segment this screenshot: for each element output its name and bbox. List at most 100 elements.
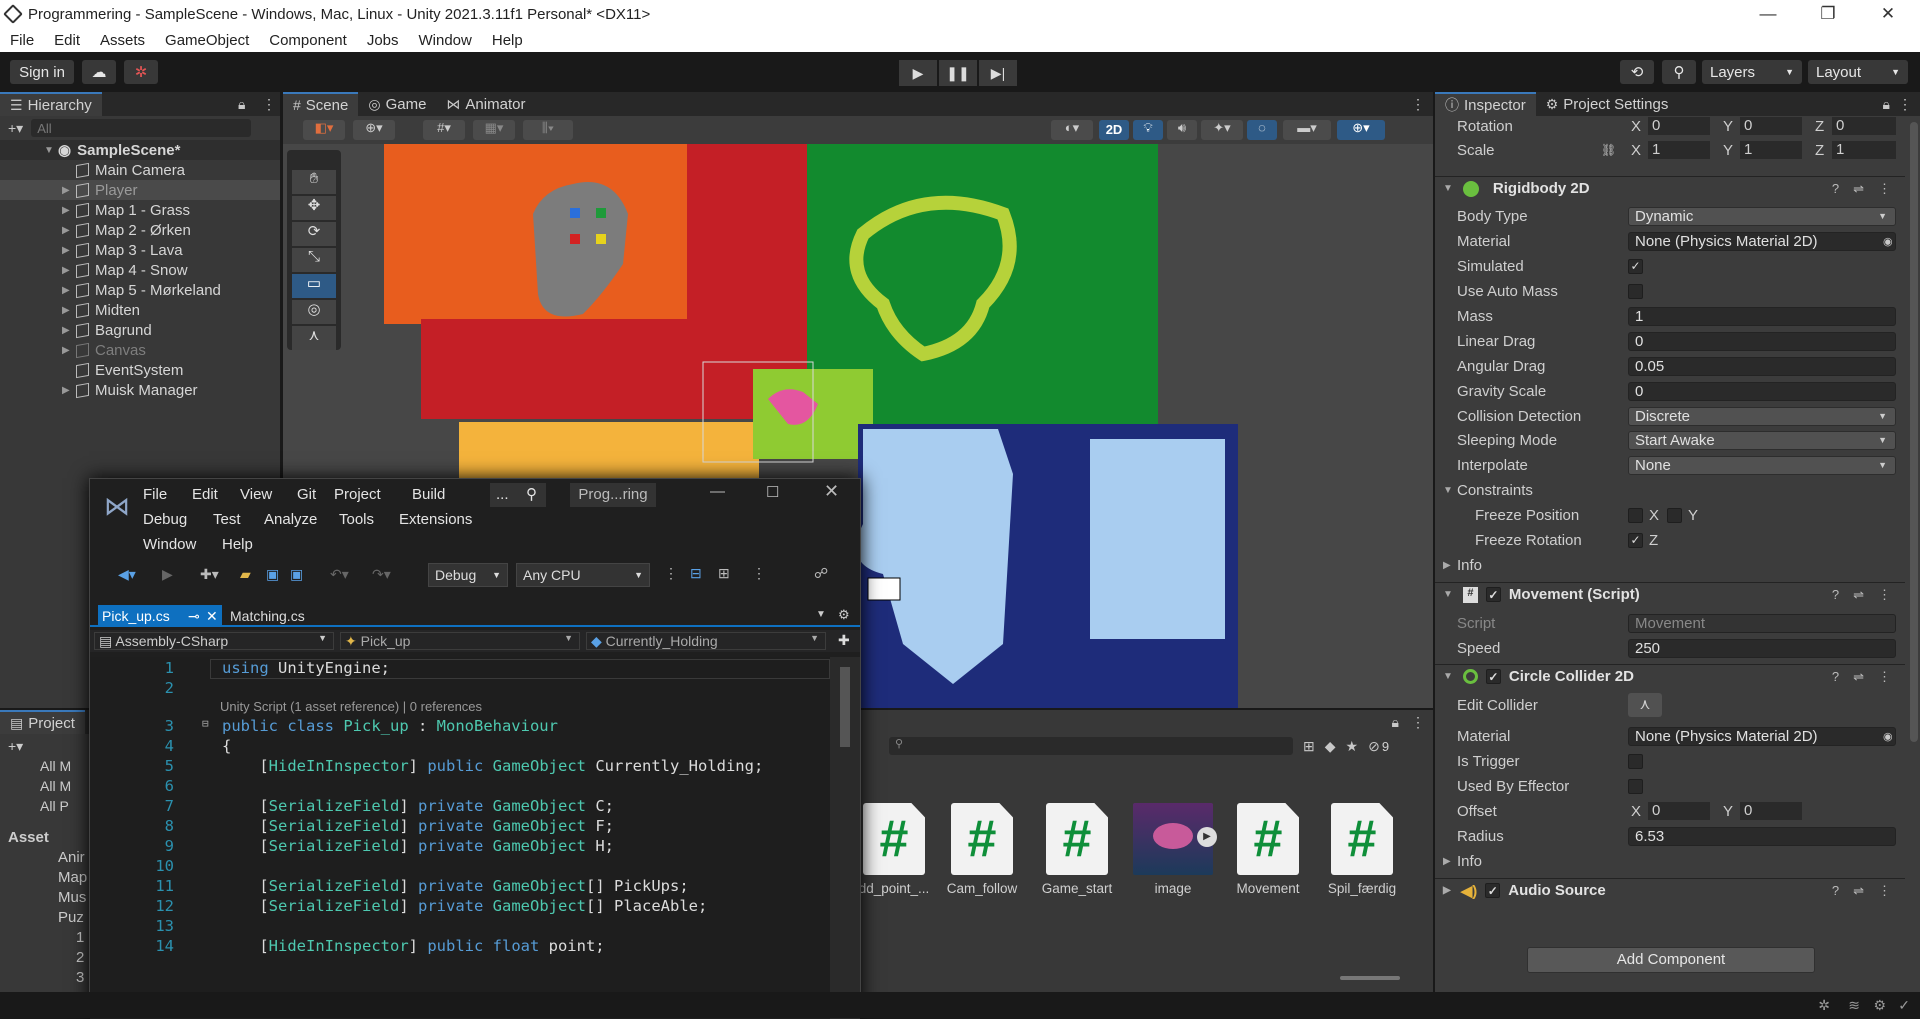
asset-tile[interactable]: # dd_point_... bbox=[854, 803, 934, 896]
favorite-item[interactable]: All P bbox=[40, 796, 71, 816]
scale-z-field[interactable]: 1 bbox=[1832, 141, 1896, 159]
vs-menu-window[interactable]: Window bbox=[143, 536, 196, 553]
scale-x-field[interactable]: 1 bbox=[1648, 141, 1710, 159]
effects-icon[interactable]: ✦▾ bbox=[1201, 120, 1243, 140]
vs-menu-analyze[interactable]: Analyze bbox=[264, 511, 317, 528]
help-icon[interactable]: ? bbox=[1832, 181, 1839, 197]
scene-root[interactable]: ▼ ◉ SampleScene* bbox=[0, 140, 280, 160]
codelens[interactable]: Unity Script (1 asset reference) | 0 ref… bbox=[90, 699, 830, 719]
hidden-packages-icon[interactable]: ⊘ bbox=[1368, 738, 1380, 755]
collapse-icon[interactable]: ⊟ bbox=[202, 717, 209, 730]
rotation-x-field[interactable]: 0 bbox=[1648, 117, 1710, 135]
grid-snap-icon[interactable]: #▾ bbox=[423, 120, 465, 140]
expand-arrow-icon[interactable]: ▶ bbox=[62, 265, 76, 276]
feedback-icon[interactable]: ☍ bbox=[814, 565, 828, 582]
rigidbody-header[interactable]: ▼ Rigidbody 2D ? ⇌ ⋮ bbox=[1435, 176, 1905, 200]
tab-animator[interactable]: ⋈ Animator bbox=[436, 92, 535, 116]
help-icon[interactable]: ? bbox=[1832, 587, 1839, 603]
expand-arrow-icon[interactable]: ▶ bbox=[62, 345, 76, 356]
object-picker-icon[interactable]: ◉ bbox=[1883, 235, 1893, 248]
expand-arrow-icon[interactable]: ▶ bbox=[62, 385, 76, 396]
hidden-objects-icon[interactable]: ◌ bbox=[1247, 120, 1277, 140]
debug-icon[interactable]: ✲ bbox=[1818, 997, 1830, 1014]
more-icon[interactable]: ⋮ bbox=[1878, 883, 1891, 899]
hier-item-player[interactable]: ▶ Player bbox=[0, 180, 280, 200]
angular-drag-field[interactable]: 0.05 bbox=[1628, 356, 1896, 376]
expand-arrow-icon[interactable]: ▶ bbox=[62, 205, 76, 216]
freeze-pos-y-checkbox[interactable] bbox=[1667, 507, 1682, 523]
forward-icon[interactable]: ▶ bbox=[162, 566, 173, 583]
expand-arrow-icon[interactable]: ▶ bbox=[1443, 560, 1451, 571]
camera-icon[interactable]: ▬▾ bbox=[1283, 120, 1331, 140]
movement-enabled-checkbox[interactable]: ✓ bbox=[1485, 587, 1501, 602]
audio-source-header[interactable]: ▶ ◀) ✓ Audio Source ? ⇌ ⋮ bbox=[1435, 878, 1905, 902]
minimize-button[interactable]: — bbox=[1740, 0, 1796, 28]
vs-menu-git[interactable]: Git bbox=[297, 486, 316, 503]
offset-x-field[interactable]: 0 bbox=[1648, 802, 1710, 820]
scale-y-field[interactable]: 1 bbox=[1740, 141, 1802, 159]
hier-item-midten[interactable]: ▶ Midten bbox=[0, 300, 280, 320]
audio-enabled-checkbox[interactable]: ✓ bbox=[1485, 883, 1501, 898]
lighting-icon[interactable]: 💡︎ bbox=[1133, 120, 1163, 140]
hier-item-music-manager[interactable]: ▶ Muisk Manager bbox=[0, 380, 280, 400]
asset-tile[interactable]: # Game_start bbox=[1037, 803, 1117, 896]
collision-dropdown[interactable]: Discrete bbox=[1628, 406, 1896, 426]
rotation-y-field[interactable]: 0 bbox=[1740, 117, 1802, 135]
preset-icon[interactable]: ⇌ bbox=[1853, 883, 1864, 899]
simulated-checkbox[interactable]: ✓ bbox=[1628, 258, 1643, 274]
hier-item-map1[interactable]: ▶ Map 1 - Grass bbox=[0, 200, 280, 220]
inspector-scrollbar[interactable] bbox=[1910, 122, 1918, 742]
gizmos-icon[interactable]: ⊕▾ bbox=[1337, 120, 1385, 140]
folder-item[interactable]: Map bbox=[0, 868, 87, 888]
more-icon[interactable]: ⋮ bbox=[1898, 96, 1912, 113]
movement-header[interactable]: ▼ # ✓ Movement (Script) ? ⇌ ⋮ bbox=[1435, 582, 1905, 606]
code-editor[interactable]: 1 using UnityEngine; 2 Unity Script (1 as… bbox=[90, 657, 830, 1019]
redo-icon[interactable]: ↷▾ bbox=[372, 566, 391, 583]
collapse-arrow-icon[interactable]: ▼ bbox=[1443, 589, 1453, 600]
zoom-slider[interactable] bbox=[1340, 976, 1400, 980]
freeze-pos-x-checkbox[interactable] bbox=[1628, 507, 1643, 523]
save-all-icon[interactable]: ▣ bbox=[290, 566, 303, 583]
back-icon[interactable]: ◀▾ bbox=[118, 566, 136, 583]
increment-snap-icon[interactable]: ⫼▾ bbox=[523, 120, 573, 140]
vs-menu-tools[interactable]: Tools bbox=[339, 511, 374, 528]
auto-mass-checkbox[interactable] bbox=[1628, 283, 1643, 299]
check-icon[interactable]: ✓ bbox=[1898, 997, 1910, 1014]
split-icon[interactable]: ✚ bbox=[838, 632, 850, 649]
hier-item-map2[interactable]: ▶ Map 2 - Ørken bbox=[0, 220, 280, 240]
more-icon[interactable]: ⋮ bbox=[262, 96, 276, 113]
lock-icon[interactable]: 🔒︎ bbox=[1392, 714, 1399, 731]
favorite-item[interactable]: All M bbox=[40, 756, 71, 776]
tab-overflow-icon[interactable]: ▼ bbox=[816, 609, 826, 620]
vs-menu-view[interactable]: View bbox=[240, 486, 272, 503]
layers-dropdown[interactable]: Layers ▼ bbox=[1702, 60, 1802, 84]
circle-material-field[interactable]: None (Physics Material 2D) bbox=[1628, 726, 1896, 746]
hierarchy-search-input[interactable]: All bbox=[31, 119, 252, 137]
more-icon[interactable]: ⋮ bbox=[1411, 714, 1425, 731]
vs-close-button[interactable]: ✕ bbox=[824, 481, 839, 502]
circle-enabled-checkbox[interactable]: ✓ bbox=[1485, 669, 1501, 684]
close-tab-icon[interactable]: ✕ bbox=[206, 605, 218, 627]
circle-collider-header[interactable]: ▼ ✓ Circle Collider 2D ? ⇌ ⋮ bbox=[1435, 664, 1905, 688]
menu-gameobject[interactable]: GameObject bbox=[155, 32, 259, 49]
speed-field[interactable]: 250 bbox=[1628, 638, 1896, 658]
layout-icon[interactable]: ⊞ bbox=[718, 565, 730, 582]
new-item-icon[interactable]: ✚▾ bbox=[200, 566, 219, 583]
history-icon[interactable]: ⟲ bbox=[1620, 60, 1654, 84]
expand-arrow-icon[interactable]: ▶ bbox=[62, 185, 76, 196]
close-button[interactable]: ✕ bbox=[1860, 0, 1916, 28]
edit-collider-button[interactable]: ⋏ bbox=[1628, 693, 1662, 717]
settings-icon[interactable]: ⚙ bbox=[1873, 997, 1886, 1014]
undo-icon[interactable]: ↶▾ bbox=[330, 566, 349, 583]
menu-help[interactable]: Help bbox=[482, 32, 533, 49]
tab-scene[interactable]: # Scene bbox=[283, 92, 359, 116]
gravity-field[interactable]: 0 bbox=[1628, 381, 1896, 401]
layout-dropdown[interactable]: Layout ▼ bbox=[1808, 60, 1908, 84]
folder-assets[interactable]: Asset bbox=[0, 828, 87, 848]
audio-icon[interactable]: 🔊︎ bbox=[1167, 120, 1197, 140]
shading-mode-icon[interactable]: ◐▾ bbox=[1051, 120, 1093, 140]
draw-mode-dropdown[interactable]: ◧▾ bbox=[303, 120, 345, 140]
expand-arrow-icon[interactable]: ▶ bbox=[1443, 856, 1451, 867]
tab-inspector[interactable]: ⓘ Inspector bbox=[1435, 92, 1536, 116]
hier-item-eventsystem[interactable]: EventSystem bbox=[0, 360, 280, 380]
